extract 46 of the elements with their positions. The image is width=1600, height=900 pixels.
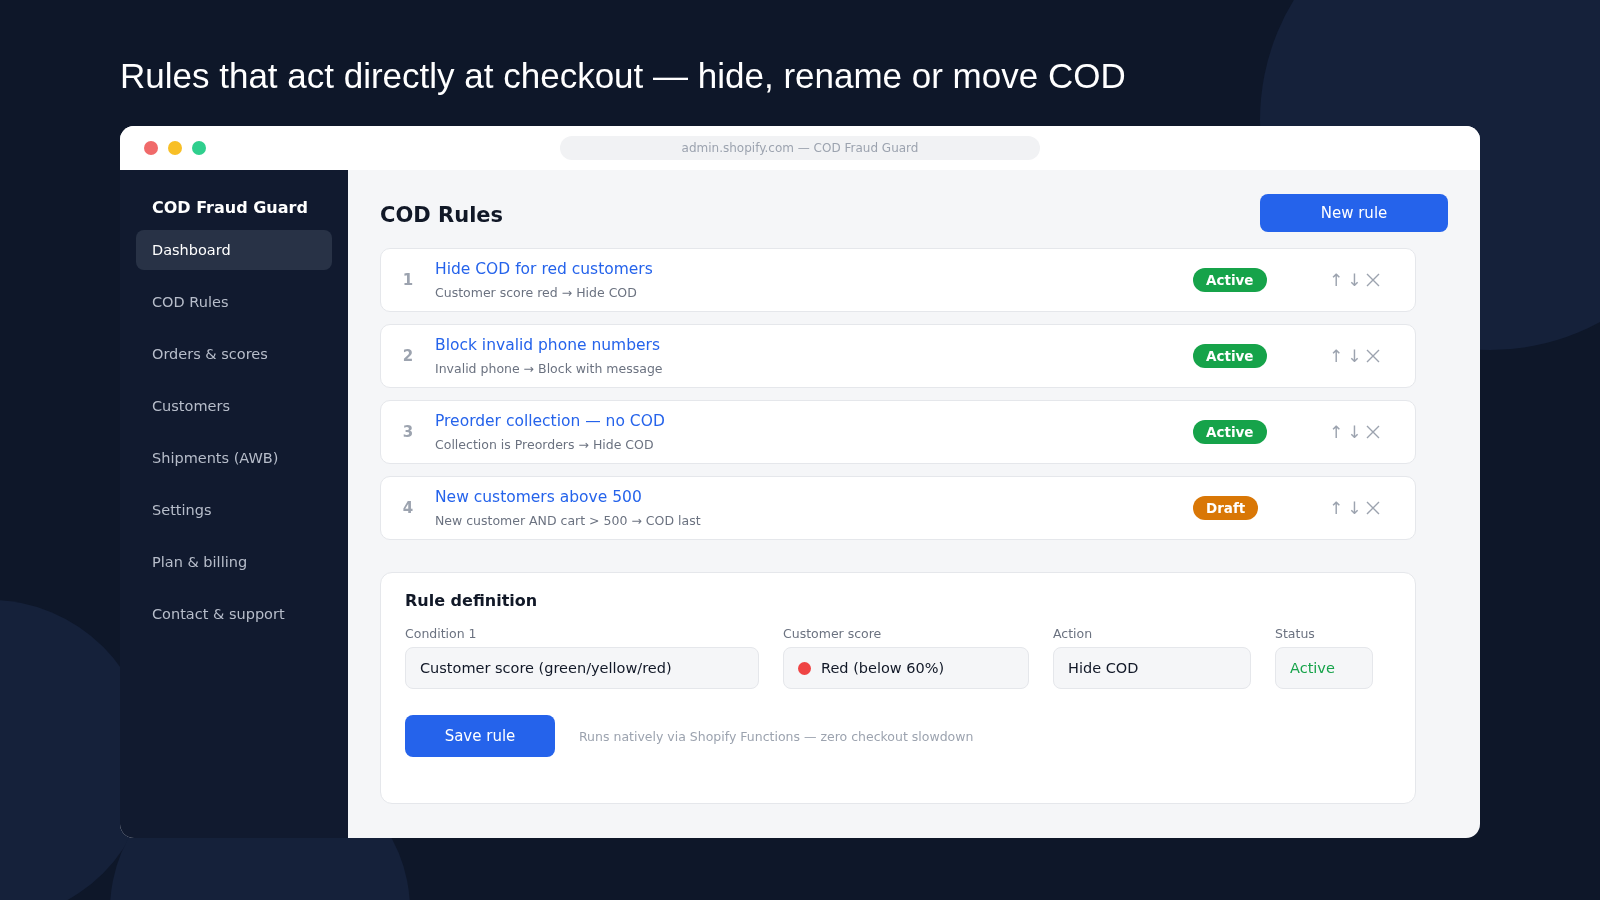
maximize-icon[interactable] bbox=[192, 141, 206, 155]
status-field[interactable]: Active bbox=[1275, 647, 1373, 689]
input-field[interactable]: Customer score (green/yellow/red) bbox=[405, 647, 759, 689]
field-label: Customer score bbox=[783, 626, 883, 641]
rule-summary: New customer AND cart > 500 → COD last bbox=[435, 513, 701, 528]
delete-icon[interactable] bbox=[1365, 501, 1380, 515]
hint-text: Runs natively via Shopify Functions — zero checkout slowdown bbox=[579, 728, 974, 744]
rule-title-link[interactable]: Block invalid phone numbers bbox=[435, 336, 661, 354]
minimize-icon[interactable] bbox=[168, 141, 182, 155]
sidebar-item[interactable]: Shipments (AWB) bbox=[136, 438, 332, 478]
delete-icon[interactable] bbox=[1365, 273, 1380, 287]
sidebar-item[interactable]: Dashboard bbox=[136, 230, 332, 270]
status-badge: Active bbox=[1193, 268, 1267, 292]
sidebar-item[interactable]: COD Rules bbox=[136, 282, 332, 322]
rule-number: 2 bbox=[401, 347, 415, 365]
section-title: Rule definition bbox=[405, 591, 538, 610]
sidebar-item[interactable]: Customers bbox=[136, 386, 332, 426]
rule-title-link[interactable]: Hide COD for red customers bbox=[435, 260, 653, 278]
rule-number: 3 bbox=[401, 423, 415, 441]
rule-title-link[interactable]: Preorder collection — no COD bbox=[435, 412, 665, 430]
field-label: Condition 1 bbox=[405, 626, 478, 641]
field-label: Status bbox=[1275, 626, 1316, 641]
rule-summary: Collection is Preorders → Hide COD bbox=[435, 437, 654, 452]
sidebar-item[interactable]: Orders & scores bbox=[136, 334, 332, 374]
save-rule-button[interactable]: Save rule bbox=[405, 715, 555, 757]
headline: Rules that act directly at checkout — hide, rename or move COD bbox=[120, 55, 1127, 97]
rule-summary: Invalid phone → Block with message bbox=[435, 361, 663, 376]
sidebar-item[interactable]: Plan & billing bbox=[136, 542, 332, 582]
status-badge: Active bbox=[1193, 420, 1267, 444]
sidebar-item[interactable]: Contact & support bbox=[136, 594, 332, 634]
delete-icon[interactable] bbox=[1365, 425, 1380, 439]
page-title: COD Rules bbox=[380, 203, 504, 227]
field-label: Action bbox=[1053, 626, 1094, 641]
close-icon[interactable] bbox=[144, 141, 158, 155]
sidebar-item[interactable]: Settings bbox=[136, 490, 332, 530]
app-name: COD Fraud Guard bbox=[151, 197, 309, 219]
rule-number: 4 bbox=[401, 499, 415, 517]
status-badge: Active bbox=[1193, 344, 1267, 368]
select-field[interactable]: Red (below 60%) bbox=[783, 647, 1029, 689]
rule-title-link[interactable]: New customers above 500 bbox=[435, 488, 642, 506]
new-rule-button[interactable]: New rule bbox=[1260, 194, 1448, 232]
rule-summary: Customer score red → Hide COD bbox=[435, 285, 637, 300]
status-badge: Draft bbox=[1193, 496, 1259, 520]
input-field[interactable]: Hide COD bbox=[1053, 647, 1251, 689]
rule-number: 1 bbox=[401, 271, 415, 289]
delete-icon[interactable] bbox=[1365, 349, 1380, 363]
